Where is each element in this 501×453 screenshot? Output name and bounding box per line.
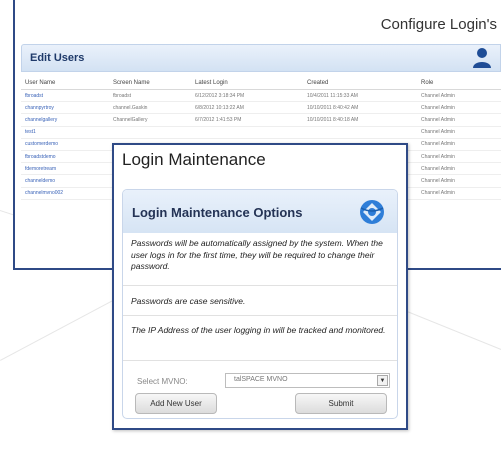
divider [123, 315, 397, 316]
table-row[interactable]: channelgallery ChannelGallery 6/7/2012 1… [21, 113, 501, 127]
user-name-link[interactable]: channeldemo [21, 174, 109, 188]
screen-name-cell: channel.Gaskin [109, 101, 191, 115]
ip-tracking-note: The IP Address of the user logging in wi… [131, 325, 386, 335]
login-options-panel: Login Maintenance Options Passwords will… [122, 189, 398, 419]
user-name-link[interactable]: fbroadstdemo [21, 150, 109, 164]
role-cell: Channel Admin [417, 138, 501, 151]
role-cell: Channel Admin [417, 101, 501, 115]
created-cell: 10/10/2011 8:40:42 AM [303, 101, 417, 115]
column-header[interactable]: Role [417, 76, 501, 90]
user-name-link[interactable]: test1 [21, 126, 109, 139]
panel-title: Edit Users [30, 52, 85, 64]
select-mvno-label: Select MVNO: [137, 377, 188, 386]
background-line [0, 294, 125, 361]
dialog-title: Login Maintenance [122, 150, 266, 169]
table-row[interactable]: fbroadst fbroadst 6/12/2012 3:18:34 PM 1… [21, 89, 501, 103]
divider [123, 360, 397, 361]
table-row[interactable]: channpyrtroy channel.Gaskin 6/8/2012 10:… [21, 101, 501, 115]
latest-login-cell [191, 126, 303, 139]
add-new-user-button[interactable]: Add New User [135, 393, 217, 414]
column-header[interactable]: Latest Login [191, 76, 303, 90]
created-cell [303, 126, 417, 139]
user-name-link[interactable]: fdemoretream [21, 162, 109, 176]
options-panel-title: Login Maintenance Options [132, 205, 303, 220]
mvno-selected-value: talSPACE MVNO [234, 376, 288, 383]
screen-name-cell: fbroadst [109, 89, 191, 103]
mvno-select[interactable]: talSPACE MVNO ▼ [225, 373, 390, 388]
latest-login-cell: 6/8/2012 10:13:22 AM [191, 101, 303, 115]
case-sensitive-note: Passwords are case sensitive. [131, 296, 246, 306]
screen-name-cell: ChannelGallery [109, 113, 191, 127]
dropdown-arrow-icon[interactable]: ▼ [377, 375, 388, 386]
user-name-link[interactable]: customerdemo [21, 138, 109, 151]
user-name-link[interactable]: channpyrtroy [21, 101, 109, 115]
role-cell: Channel Admin [417, 89, 501, 103]
screen-name-cell [109, 126, 191, 139]
column-header[interactable]: Screen Name [109, 76, 191, 90]
created-cell: 10/10/2011 8:40:18 AM [303, 113, 417, 127]
submit-button[interactable]: Submit [295, 393, 387, 414]
role-cell: Channel Admin [417, 162, 501, 176]
divider [123, 285, 397, 286]
globe-icon [360, 200, 384, 224]
table-row[interactable]: test1 Channel Admin [21, 126, 501, 139]
password-assignment-note: Passwords will be automatically assigned… [131, 238, 383, 271]
role-cell: Channel Admin [417, 174, 501, 188]
latest-login-cell: 6/12/2012 3:18:34 PM [191, 89, 303, 103]
latest-login-cell: 6/7/2012 1:41:53 PM [191, 113, 303, 127]
user-icon[interactable] [472, 47, 492, 69]
user-name-link[interactable]: channelgallery [21, 113, 109, 127]
column-header[interactable]: User Name [21, 76, 109, 90]
login-maintenance-dialog: Login Maintenance Login Maintenance Opti… [112, 143, 408, 430]
created-cell: 10/4/2011 11:15:33 AM [303, 89, 417, 103]
edit-users-panel-header: Edit Users [21, 44, 501, 72]
options-panel-header: Login Maintenance Options [123, 190, 397, 233]
role-cell: Channel Admin [417, 113, 501, 127]
role-cell: Channel Admin [417, 150, 501, 164]
user-name-link[interactable]: fbroadst [21, 89, 109, 103]
page-title: Configure Login's [380, 16, 497, 33]
role-cell: Channel Admin [417, 126, 501, 139]
column-header[interactable]: Created [303, 76, 417, 90]
user-name-link[interactable]: channelmvno002 [21, 187, 109, 200]
role-cell: Channel Admin [417, 187, 501, 200]
table-header-row: User Name Screen Name Latest Login Creat… [21, 76, 501, 90]
